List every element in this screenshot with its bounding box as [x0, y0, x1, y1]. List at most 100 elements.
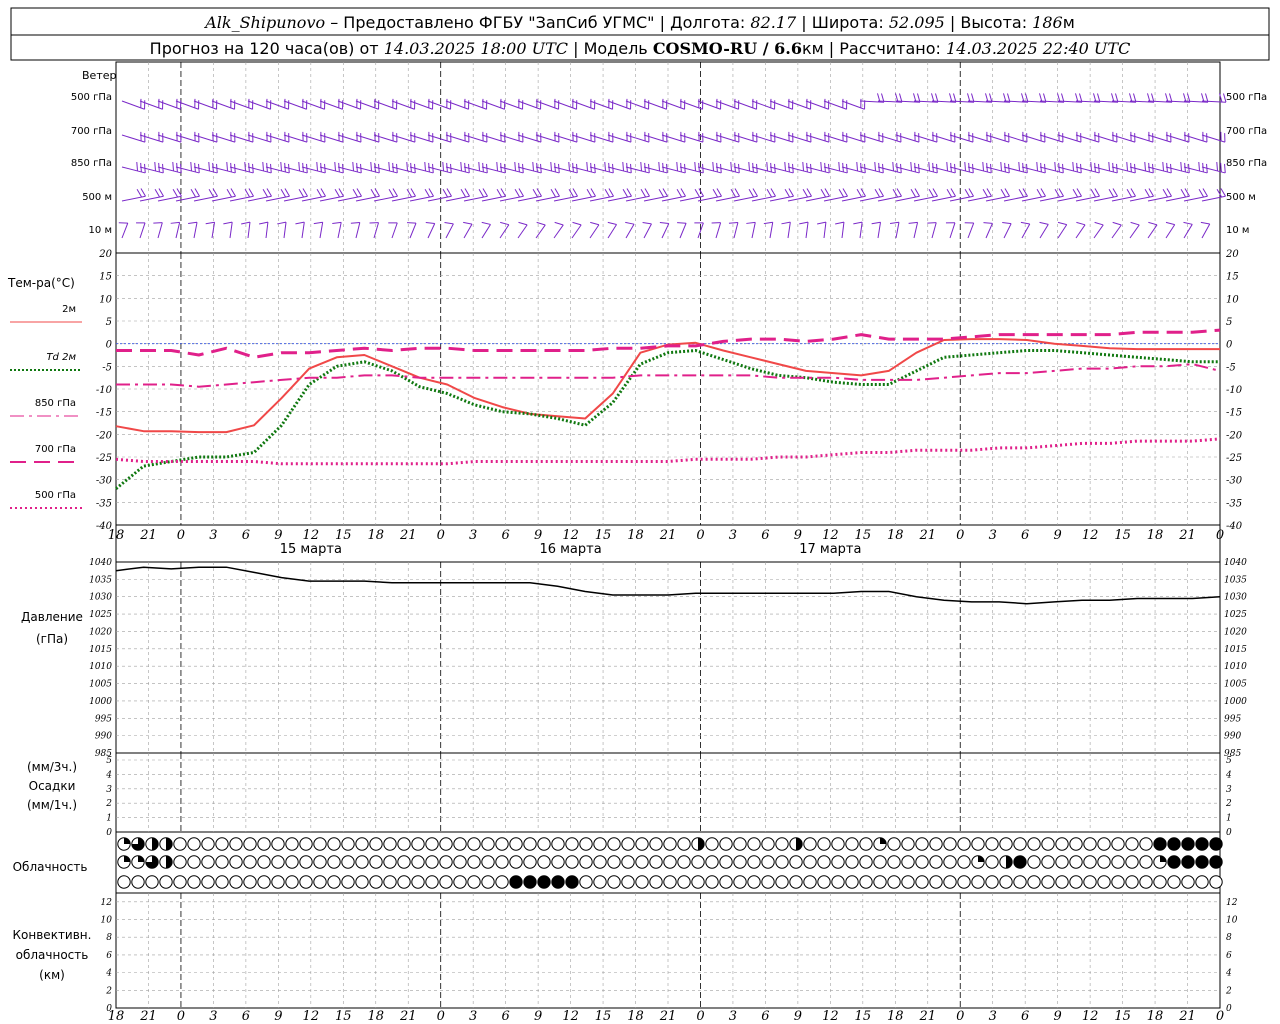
wind-barb-flag	[1094, 188, 1100, 197]
cloud-cell	[565, 837, 579, 851]
cloud-cell	[1167, 837, 1181, 851]
pressure-tick-label-right: 1015	[1224, 645, 1247, 655]
wind-barb-flag	[784, 161, 787, 171]
cloud-cell	[453, 837, 467, 851]
cloud-cell	[565, 875, 579, 889]
wind-barb-flag	[1018, 161, 1021, 171]
cloud-cell	[747, 875, 761, 889]
wind-barb-flag	[1020, 221, 1030, 225]
wind-barb-flag	[728, 221, 738, 224]
temp-tick-label: -35	[96, 498, 112, 509]
cloud-cell	[369, 837, 383, 851]
wind-barb-flag	[820, 189, 827, 198]
wind-barb-flag	[424, 161, 427, 171]
wind-barb-flag	[392, 188, 398, 197]
wind-barb-flag	[1036, 161, 1039, 171]
conv-tick-label-right: 12	[1226, 898, 1238, 908]
conv-title: Конвективн.	[13, 928, 92, 942]
conv-tick-label: 12	[101, 898, 113, 908]
time-tick-label-bottom: 0	[437, 1009, 445, 1024]
wind-barb-flag	[676, 161, 679, 171]
wind-barb	[409, 222, 417, 239]
cloud-cell	[1111, 855, 1125, 869]
wind-barb	[949, 222, 956, 239]
wind-barb-flag	[586, 161, 589, 171]
cloud-cell	[901, 837, 915, 851]
cloud-cell	[803, 837, 817, 851]
cloud-cell	[537, 875, 551, 889]
wind-level-label: 500 гПа	[71, 92, 112, 103]
cloud-cell-fill	[152, 837, 159, 851]
wind-barb	[337, 222, 342, 239]
wind-barb-flag	[817, 221, 827, 225]
wind-barb-flag	[295, 221, 305, 225]
wind-barb-flag	[748, 189, 755, 198]
temp-tick-label: -15	[96, 408, 112, 419]
cloud-cell	[985, 875, 999, 889]
time-tick-label-bottom: 21	[399, 1009, 417, 1024]
cloud-cell	[495, 875, 509, 889]
cloud-cell	[873, 855, 887, 869]
wind-barb-flag	[763, 221, 773, 225]
wind-barb-flag	[946, 161, 949, 171]
time-tick-label-bottom: 0	[177, 1009, 185, 1024]
cloud-cell	[1209, 875, 1223, 889]
time-tick-label-bottom: 3	[989, 1009, 997, 1024]
cloud-cell	[943, 837, 957, 851]
wind-barb	[265, 222, 269, 239]
wind-barb-flag	[550, 161, 553, 171]
precip-tick-label: 4	[105, 770, 112, 780]
time-tick-label: 0	[696, 528, 704, 543]
cloud-cell	[1209, 855, 1223, 869]
cloud-cell	[761, 837, 775, 851]
cloud-cell	[817, 837, 831, 851]
cloud-cell	[355, 875, 369, 889]
cloud-cell	[803, 875, 817, 889]
cloud-cell	[929, 837, 943, 851]
cloud-cell	[733, 837, 747, 851]
cloud-cell	[1013, 837, 1027, 851]
wind-barb	[751, 222, 756, 239]
temp-tick-label: -20	[96, 430, 113, 441]
wind-barb-flag	[500, 188, 506, 197]
wind-barb-flag	[514, 189, 521, 198]
wind-barb	[967, 222, 975, 239]
wind-barb	[1021, 223, 1031, 239]
wind-barb-flag	[172, 161, 175, 171]
cloud-cell	[943, 875, 957, 889]
wind-barb-flag	[1108, 161, 1111, 171]
cloud-cell	[411, 837, 425, 851]
cloud-title: Облачность	[13, 860, 88, 874]
cloud-cell	[187, 855, 201, 869]
wind-barb-flag	[1162, 189, 1169, 198]
cloud-cell	[1139, 875, 1153, 889]
wind-barb-flag	[642, 221, 652, 225]
wind-barb	[319, 222, 324, 239]
wind-barb-flag	[908, 221, 918, 224]
pressure-tick-label: 995	[95, 714, 112, 724]
cloud-cell	[1111, 875, 1125, 889]
cloud-cell	[789, 875, 803, 889]
time-tick-label: 21	[659, 528, 677, 543]
wind-barb-flag	[802, 189, 809, 198]
cloud-cell	[201, 837, 215, 851]
pressure-tick-label-right: 1010	[1224, 662, 1247, 672]
wind-barb-flag	[226, 161, 229, 171]
wind-barb-flag	[928, 189, 935, 198]
time-tick-label-bottom: 3	[729, 1009, 737, 1024]
conv-tick-label-right: 2	[1225, 986, 1232, 996]
cloud-cell	[831, 837, 845, 851]
cloud-cell	[313, 837, 327, 851]
cloud-cell	[551, 875, 565, 889]
wind-barb-flag	[442, 161, 445, 171]
wind-barb-flag	[1108, 189, 1115, 198]
wind-barb-flag	[608, 188, 614, 197]
cloud-cell	[257, 855, 271, 869]
cloud-cell	[677, 855, 691, 869]
time-tick-label-bottom: 15	[335, 1009, 352, 1024]
cloud-cell	[831, 875, 845, 889]
wind-barb	[589, 224, 600, 239]
time-tick-label: 12	[822, 528, 839, 543]
cloud-cell	[1069, 837, 1083, 851]
wind-barb-flag	[532, 189, 539, 198]
